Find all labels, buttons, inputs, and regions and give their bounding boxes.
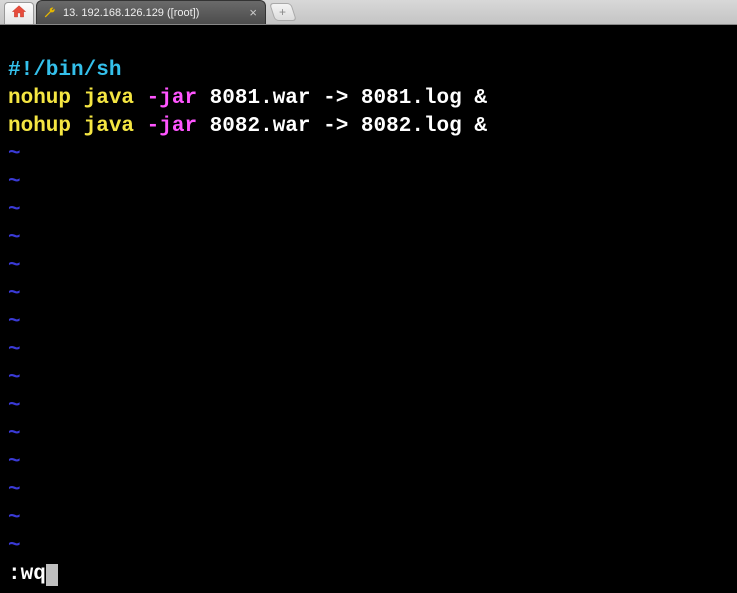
tilde-line: ~ [8,339,21,362]
plus-icon: + [279,5,286,19]
tilde-line: ~ [8,423,21,446]
new-tab-button[interactable]: + [269,3,297,21]
shebang-line: #!/bin/sh [8,59,121,82]
tilde-line: ~ [8,171,21,194]
tilde-line: ~ [8,311,21,334]
tab-bar: 13. 192.168.126.129 ([root]) × + [0,0,737,25]
tab-close-button[interactable]: × [249,6,257,19]
tab-title: 13. 192.168.126.129 ([root]) [63,7,243,19]
cursor [46,564,58,586]
code-line: nohup java -jar 8081.war -> 8081.log & [8,87,487,110]
wrench-icon [43,6,57,20]
tilde-line: ~ [8,535,21,558]
tilde-line: ~ [8,199,21,222]
tilde-line: ~ [8,395,21,418]
tilde-line: ~ [8,255,21,278]
vim-command: :wq [8,563,46,586]
editor-content: #!/bin/sh nohup java -jar 8081.war -> 80… [8,29,729,561]
tilde-line: ~ [8,479,21,502]
tilde-line: ~ [8,367,21,390]
terminal-window: 13. 192.168.126.129 ([root]) × + #!/bin/… [0,0,737,591]
home-button[interactable] [4,2,34,24]
tilde-line: ~ [8,451,21,474]
tilde-line: ~ [8,507,21,530]
code-line: nohup java -jar 8082.war -> 8082.log & [8,115,487,138]
tilde-line: ~ [8,283,21,306]
home-icon [11,4,27,23]
command-line[interactable]: :wq [8,561,729,589]
terminal-viewport[interactable]: #!/bin/sh nohup java -jar 8081.war -> 80… [0,25,737,593]
tilde-line: ~ [8,143,21,166]
tab-active[interactable]: 13. 192.168.126.129 ([root]) × [36,0,266,24]
tilde-line: ~ [8,227,21,250]
